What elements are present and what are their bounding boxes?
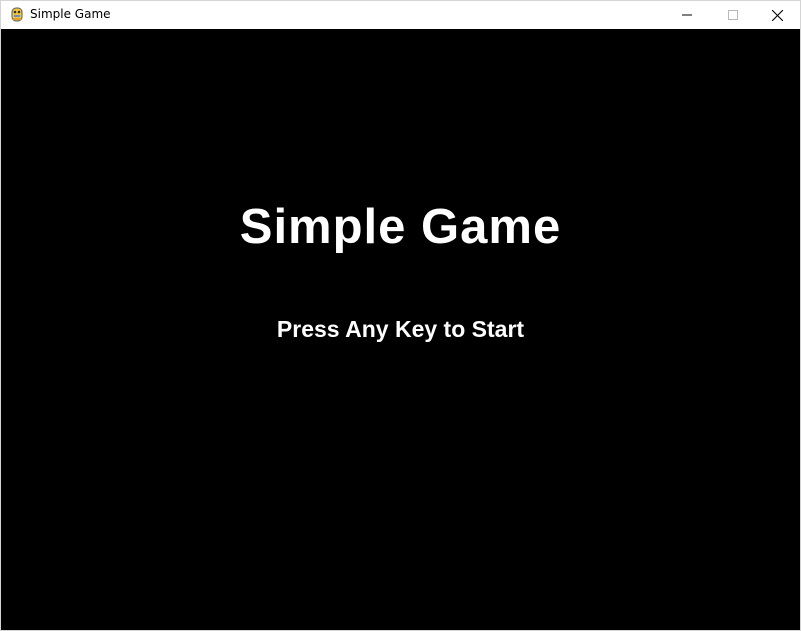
close-button[interactable] xyxy=(754,1,800,29)
close-icon xyxy=(771,9,783,21)
minimize-icon xyxy=(682,10,692,20)
game-window: Simple Game Simple Game Press Any Key to… xyxy=(0,0,801,631)
window-title: Simple Game xyxy=(30,7,111,21)
pygame-snake-icon xyxy=(9,6,25,23)
title-bar[interactable]: Simple Game xyxy=(1,1,800,29)
game-canvas[interactable]: Simple Game Press Any Key to Start xyxy=(1,29,800,630)
game-title: Simple Game xyxy=(239,200,562,254)
start-prompt: Press Any Key to Start xyxy=(276,316,525,342)
maximize-button[interactable] xyxy=(710,1,756,29)
maximize-icon xyxy=(728,10,738,20)
minimize-button[interactable] xyxy=(664,1,710,29)
